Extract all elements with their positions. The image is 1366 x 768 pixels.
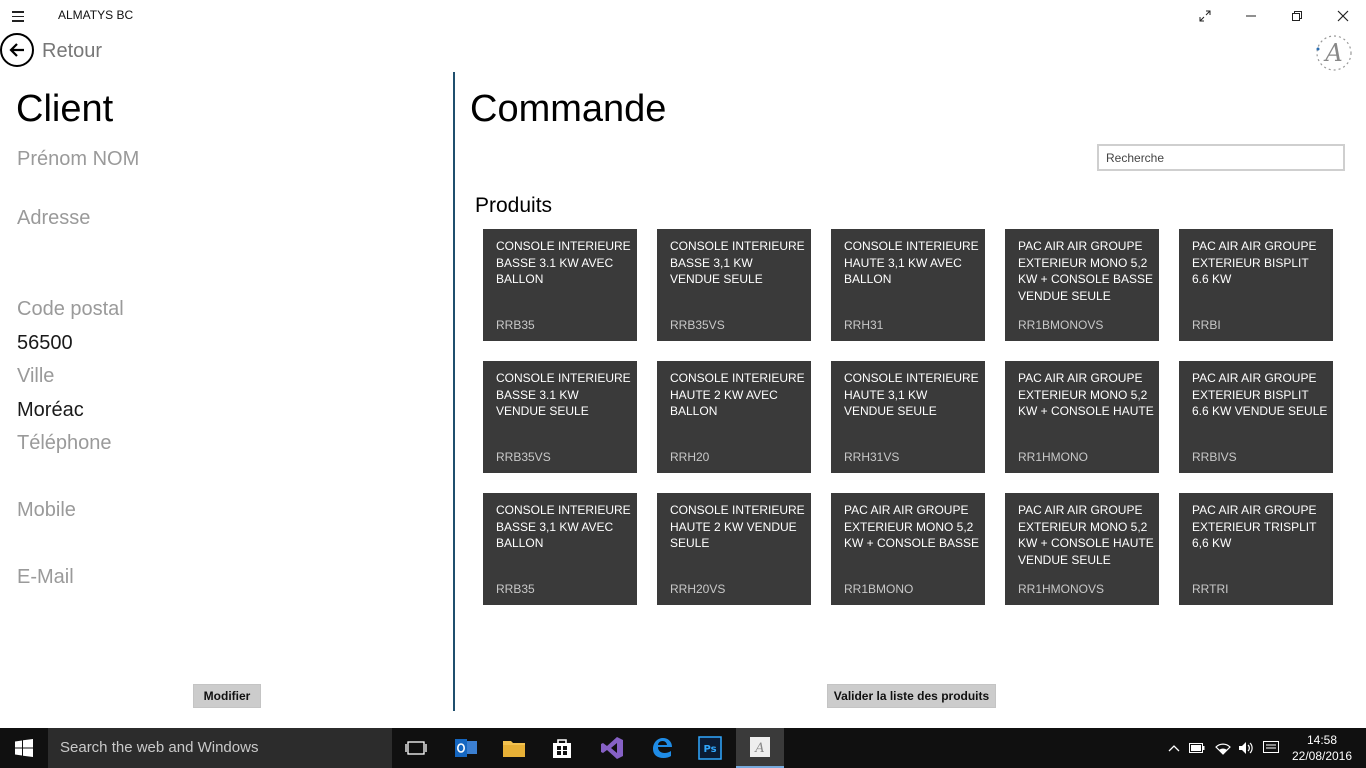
postal-code-value: 56500 — [17, 332, 73, 354]
almatys-app-icon[interactable]: A — [736, 728, 784, 768]
wifi-icon[interactable] — [1212, 728, 1234, 768]
email-label: E-Mail — [17, 566, 74, 588]
edge-icon[interactable] — [638, 728, 686, 768]
address-label: Adresse — [17, 207, 91, 229]
product-code: RRTRI — [1192, 582, 1229, 596]
validate-products-button[interactable]: Valider la liste des produits — [827, 684, 996, 708]
product-name: PAC AIR AIR GROUPE EXTERIEUR BISPLIT 6.6… — [1192, 239, 1317, 286]
product-name: CONSOLE INTERIEURE HAUTE 2 KW AVEC BALLO… — [670, 371, 805, 418]
product-code: RRB35 — [496, 582, 535, 596]
product-tile[interactable]: CONSOLE INTERIEURE BASSE 3,1 KW VENDUE S… — [657, 229, 811, 341]
product-tile[interactable]: PAC AIR AIR GROUPE EXTERIEUR MONO 5,2 KW… — [1005, 229, 1159, 341]
title-bar: ALMATYS BC — [0, 0, 1366, 32]
taskbar-search-input[interactable]: Search the web and Windows — [48, 728, 392, 768]
volume-icon[interactable] — [1236, 728, 1256, 768]
postal-code-label: Code postal — [17, 298, 124, 320]
mobile-label: Mobile — [17, 499, 76, 521]
product-code: RRH20 — [670, 450, 710, 464]
phone-label: Téléphone — [17, 432, 112, 454]
clock-time: 14:58 — [1306, 733, 1338, 747]
search-input[interactable] — [1097, 144, 1345, 171]
app-logo-icon: A — [1314, 33, 1354, 73]
product-tile[interactable]: CONSOLE INTERIEURE HAUTE 2 KW AVEC BALLO… — [657, 361, 811, 473]
product-code: RR1HMONO — [1018, 450, 1089, 464]
hamburger-menu-icon[interactable] — [12, 8, 34, 24]
svg-text:A: A — [754, 741, 764, 756]
product-name: CONSOLE INTERIEURE BASSE 3.1 KW AVEC BAL… — [496, 239, 631, 286]
back-label[interactable]: Retour — [42, 40, 102, 63]
notifications-icon[interactable] — [1260, 728, 1282, 768]
windows-start-icon[interactable] — [0, 728, 48, 768]
product-name: CONSOLE INTERIEURE BASSE 3.1 KW VENDUE S… — [496, 371, 631, 418]
order-panel: Commande Produits CONSOLE INTERIEURE BAS… — [455, 72, 1366, 712]
file-explorer-icon[interactable] — [490, 728, 538, 768]
product-name: CONSOLE INTERIEURE HAUTE 2 KW VENDUE SEU… — [670, 503, 805, 550]
product-code: RRH31 — [844, 318, 884, 332]
product-code: RRB35VS — [496, 450, 551, 464]
product-name: PAC AIR AIR GROUPE EXTERIEUR TRISPLIT 6,… — [1192, 503, 1317, 550]
modify-button[interactable]: Modifier — [193, 684, 261, 708]
products-heading: Produits — [475, 194, 553, 217]
product-tile[interactable]: CONSOLE INTERIEURE HAUTE 2 KW VENDUE SEU… — [657, 493, 811, 605]
product-tile[interactable]: PAC AIR AIR GROUPE EXTERIEUR BISPLIT 6.6… — [1179, 229, 1333, 341]
product-name: CONSOLE INTERIEURE BASSE 3,1 KW VENDUE S… — [670, 239, 805, 286]
product-tile[interactable]: CONSOLE INTERIEURE HAUTE 3,1 KW VENDUE S… — [831, 361, 985, 473]
order-heading: Commande — [470, 88, 667, 130]
product-tile[interactable]: PAC AIR AIR GROUPE EXTERIEUR TRISPLIT 6,… — [1179, 493, 1333, 605]
product-tile[interactable]: PAC AIR AIR GROUPE EXTERIEUR MONO 5,2 KW… — [831, 493, 985, 605]
visual-studio-icon[interactable] — [588, 728, 636, 768]
photoshop-icon[interactable]: Ps — [686, 728, 734, 768]
client-panel: Client Prénom NOM Adresse Code postal 56… — [0, 72, 452, 712]
product-tile[interactable]: CONSOLE INTERIEURE BASSE 3.1 KW VENDUE S… — [483, 361, 637, 473]
clock-date: 22/08/2016 — [1291, 749, 1353, 763]
restore-icon[interactable] — [1274, 0, 1320, 32]
svg-text:Ps: Ps — [703, 744, 716, 755]
product-tile[interactable]: PAC AIR AIR GROUPE EXTERIEUR MONO 5,2 KW… — [1005, 361, 1159, 473]
close-icon[interactable] — [1320, 0, 1366, 32]
chevron-up-icon[interactable] — [1164, 728, 1184, 768]
battery-icon[interactable] — [1187, 728, 1207, 768]
svg-text:A: A — [1323, 39, 1342, 67]
clock[interactable]: 14:58 22/08/2016 — [1286, 732, 1358, 764]
task-view-icon[interactable] — [392, 728, 440, 768]
product-code: RRH31VS — [844, 450, 900, 464]
client-name-placeholder[interactable]: Prénom NOM — [17, 148, 139, 171]
back-arrow-icon[interactable] — [0, 33, 34, 67]
product-code: RR1BMONOVS — [1018, 318, 1104, 332]
city-value: Moréac — [17, 399, 84, 421]
app-title: ALMATYS BC — [58, 8, 134, 22]
product-name: PAC AIR AIR GROUPE EXTERIEUR MONO 5,2 KW… — [844, 503, 980, 550]
product-code: RRH20VS — [670, 582, 726, 596]
product-name: PAC AIR AIR GROUPE EXTERIEUR BISPLIT 6.6… — [1192, 371, 1328, 418]
minimize-icon[interactable] — [1228, 0, 1274, 32]
product-name: PAC AIR AIR GROUPE EXTERIEUR MONO 5,2 KW… — [1018, 503, 1154, 567]
product-tile[interactable]: PAC AIR AIR GROUPE EXTERIEUR BISPLIT 6.6… — [1179, 361, 1333, 473]
product-code: RR1BMONO — [844, 582, 914, 596]
product-code: RRB35VS — [670, 318, 725, 332]
outlook-icon[interactable] — [442, 728, 490, 768]
product-name: PAC AIR AIR GROUPE EXTERIEUR MONO 5,2 KW… — [1018, 239, 1154, 303]
product-name: CONSOLE INTERIEURE BASSE 3,1 KW AVEC BAL… — [496, 503, 631, 550]
product-code: RRBIVS — [1192, 450, 1237, 464]
store-icon[interactable] — [538, 728, 586, 768]
product-name: CONSOLE INTERIEURE HAUTE 3,1 KW AVEC BAL… — [844, 239, 979, 286]
taskbar: Search the web and Windows Ps A 14:58 22… — [0, 728, 1366, 768]
product-name: PAC AIR AIR GROUPE EXTERIEUR MONO 5,2 KW… — [1018, 371, 1154, 418]
product-name: CONSOLE INTERIEURE HAUTE 3,1 KW VENDUE S… — [844, 371, 979, 418]
client-heading: Client — [16, 88, 114, 130]
product-code: RR1HMONOVS — [1018, 582, 1105, 596]
product-tile[interactable]: CONSOLE INTERIEURE HAUTE 3,1 KW AVEC BAL… — [831, 229, 985, 341]
product-code: RRB35 — [496, 318, 535, 332]
product-tile[interactable]: CONSOLE INTERIEURE BASSE 3,1 KW AVEC BAL… — [483, 493, 637, 605]
fullscreen-icon[interactable] — [1182, 0, 1228, 32]
product-code: RRBI — [1192, 318, 1221, 332]
city-label: Ville — [17, 365, 55, 387]
product-tile[interactable]: CONSOLE INTERIEURE BASSE 3.1 KW AVEC BAL… — [483, 229, 637, 341]
product-tile[interactable]: PAC AIR AIR GROUPE EXTERIEUR MONO 5,2 KW… — [1005, 493, 1159, 605]
